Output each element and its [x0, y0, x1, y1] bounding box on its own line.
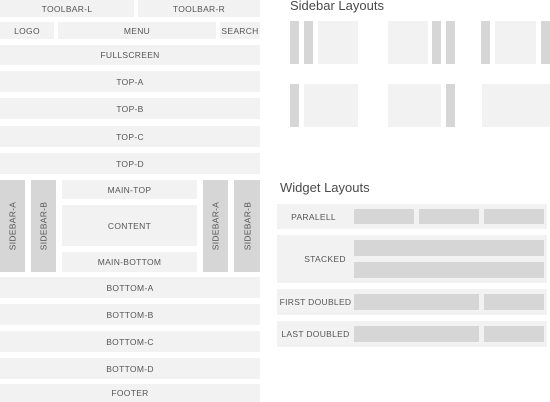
widget-first-doubled-cell-2: [484, 294, 544, 310]
menu-label: MENU: [123, 25, 151, 36]
fullscreen-block: FULLSCREEN: [0, 45, 260, 65]
sidebar-layout-3-sidebar-b: [541, 21, 550, 64]
top-c-label: TOP-C: [116, 131, 144, 142]
menu-block: MENU: [58, 22, 216, 39]
bottom-b-block: BOTTOM-B: [0, 304, 260, 325]
widget-parallel-cell-3: [484, 209, 544, 224]
logo-block: LOGO: [0, 22, 54, 39]
sidebar-a-left-block: SIDEBAR-A: [0, 180, 25, 272]
bottom-d-block: BOTTOM-D: [0, 358, 260, 379]
widget-row-last-doubled-label: LAST DOUBLED: [281, 329, 350, 339]
sidebar-layout-3-content: [495, 21, 536, 64]
toolbar-right-block: TOOLBAR-R: [138, 0, 260, 17]
footer-label: FOOTER: [111, 388, 149, 398]
sidebar-layout-1-content: [318, 21, 358, 64]
sidebar-b-right-block: SIDEBAR-B: [234, 180, 260, 272]
sidebar-b-right-label: SIDEBAR-B: [242, 201, 252, 251]
widget-last-doubled-cell-2: [484, 326, 544, 342]
main-bottom-block: MAIN-BOTTOM: [62, 252, 197, 272]
sidebar-b-left-label: SIDEBAR-B: [38, 201, 49, 251]
widget-stacked-cell-1: [354, 240, 544, 256]
sidebar-layout-4-content: [304, 84, 358, 127]
sidebar-layout-6-content: [482, 84, 550, 127]
sidebar-layout-3-sidebar-a: [481, 21, 490, 64]
bottom-b-label: BOTTOM-B: [106, 309, 154, 320]
widget-stacked-cell-2: [354, 262, 544, 278]
sidebar-a-right-block: SIDEBAR-A: [203, 180, 228, 272]
top-a-label: TOP-A: [116, 76, 144, 87]
main-top-label: MAIN-TOP: [107, 184, 152, 195]
top-c-block: TOP-C: [0, 126, 260, 147]
bottom-c-block: BOTTOM-C: [0, 331, 260, 352]
main-bottom-label: MAIN-BOTTOM: [97, 257, 162, 267]
bottom-c-label: BOTTOM-C: [106, 336, 154, 347]
widget-parallel-cell-1: [354, 209, 414, 224]
sidebar-b-left-block: SIDEBAR-B: [31, 180, 56, 272]
widget-parallel-cell-2: [419, 209, 479, 224]
sidebar-layout-2-content: [388, 21, 428, 64]
content-block: CONTENT: [62, 205, 197, 246]
top-d-block: TOP-D: [0, 153, 260, 174]
search-label: SEARCH: [221, 25, 259, 36]
widget-last-doubled-cell-1: [354, 326, 479, 342]
top-b-label: TOP-B: [116, 103, 144, 114]
bottom-a-label: BOTTOM-A: [106, 282, 154, 293]
widget-first-doubled-cell-1: [354, 294, 479, 310]
widget-row-parallel-label: PARALELL: [291, 211, 336, 222]
content-label: CONTENT: [107, 220, 152, 231]
sidebar-layout-5-content: [388, 84, 441, 127]
main-top-block: MAIN-TOP: [62, 180, 197, 199]
sidebar-a-right-label: SIDEBAR-A: [210, 201, 221, 251]
sidebar-a-left-label: SIDEBAR-A: [7, 201, 18, 251]
sidebar-layout-1-sidebar-a: [290, 21, 299, 64]
toolbar-right-label: TOOLBAR-R: [172, 3, 226, 14]
sidebar-layout-2-sidebar-a: [432, 21, 441, 64]
logo-label: LOGO: [14, 25, 40, 36]
sidebar-layouts-title: Sidebar Layouts: [290, 0, 384, 13]
sidebar-layout-1-sidebar-b: [304, 21, 313, 64]
search-block: SEARCH: [220, 22, 260, 39]
top-d-label: TOP-D: [116, 158, 144, 169]
sidebar-layout-2-sidebar-b: [446, 21, 455, 64]
top-a-block: TOP-A: [0, 71, 260, 92]
toolbar-left-block: TOOLBAR-L: [0, 0, 134, 17]
bottom-d-label: BOTTOM-D: [106, 363, 154, 374]
footer-block: FOOTER: [0, 384, 260, 402]
toolbar-left-label: TOOLBAR-L: [41, 3, 93, 14]
bottom-a-block: BOTTOM-A: [0, 277, 260, 298]
fullscreen-label: FULLSCREEN: [100, 50, 160, 60]
widget-layouts-title: Widget Layouts: [280, 180, 370, 195]
widget-row-first-doubled-label: FIRST DOUBLED: [279, 297, 352, 307]
top-b-block: TOP-B: [0, 98, 260, 119]
sidebar-layout-5-sidebar: [446, 84, 455, 127]
sidebar-layout-4-sidebar: [290, 84, 299, 127]
